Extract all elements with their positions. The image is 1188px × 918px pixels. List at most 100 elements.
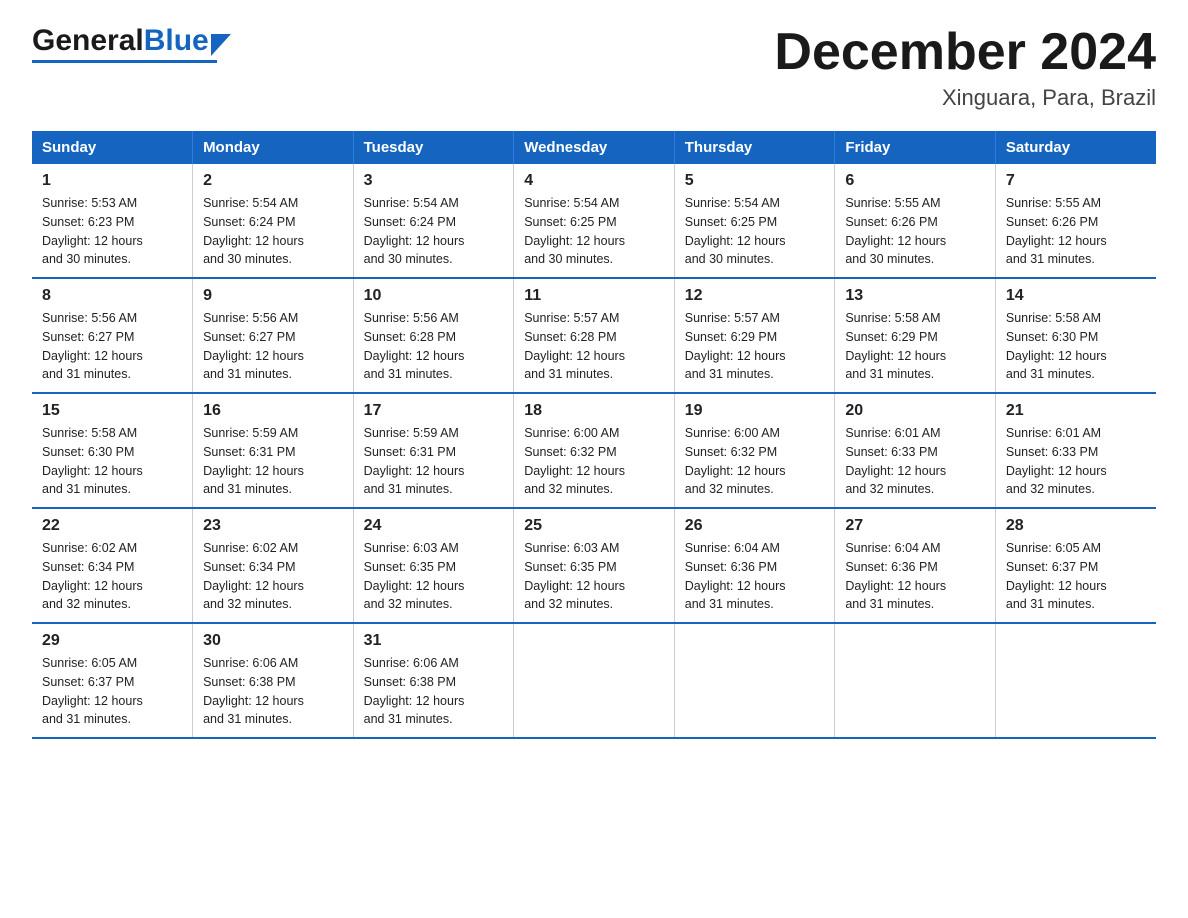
day-number: 15 <box>42 402 182 420</box>
day-number: 12 <box>685 287 825 305</box>
day-cell: 29 Sunrise: 6:05 AM Sunset: 6:37 PM Dayli… <box>32 623 193 738</box>
day-number: 3 <box>364 172 504 190</box>
day-info: Sunrise: 5:56 AM Sunset: 6:27 PM Dayligh… <box>42 309 182 384</box>
day-cell: 13 Sunrise: 5:58 AM Sunset: 6:29 PM Dayli… <box>835 278 996 393</box>
col-thursday: Thursday <box>674 131 835 164</box>
calendar-table: Sunday Monday Tuesday Wednesday Thursday… <box>32 131 1156 739</box>
logo: General Blue <box>32 24 231 63</box>
day-cell: 21 Sunrise: 6:01 AM Sunset: 6:33 PM Dayli… <box>995 393 1156 508</box>
day-info: Sunrise: 5:54 AM Sunset: 6:24 PM Dayligh… <box>364 194 504 269</box>
day-info: Sunrise: 6:03 AM Sunset: 6:35 PM Dayligh… <box>364 539 504 614</box>
day-info: Sunrise: 5:53 AM Sunset: 6:23 PM Dayligh… <box>42 194 182 269</box>
calendar-header: Sunday Monday Tuesday Wednesday Thursday… <box>32 131 1156 164</box>
col-monday: Monday <box>193 131 354 164</box>
week-row-5: 29 Sunrise: 6:05 AM Sunset: 6:37 PM Dayli… <box>32 623 1156 738</box>
day-number: 13 <box>845 287 985 305</box>
day-number: 1 <box>42 172 182 190</box>
day-cell: 20Sunrise: 6:01 AM Sunset: 6:33 PM Dayli… <box>835 393 996 508</box>
day-info: Sunrise: 6:00 AM Sunset: 6:32 PM Dayligh… <box>524 424 664 499</box>
day-number: 10 <box>364 287 504 305</box>
day-info: Sunrise: 6:06 AM Sunset: 6:38 PM Dayligh… <box>203 654 343 729</box>
logo-blue-text: Blue <box>144 24 209 58</box>
day-info: Sunrise: 5:54 AM Sunset: 6:25 PM Dayligh… <box>524 194 664 269</box>
day-cell: 23 Sunrise: 6:02 AM Sunset: 6:34 PM Dayli… <box>193 508 354 623</box>
day-info: Sunrise: 6:01 AM Sunset: 6:33 PM Dayligh… <box>1006 424 1146 499</box>
day-cell: 4 Sunrise: 5:54 AM Sunset: 6:25 PM Daylig… <box>514 164 675 278</box>
day-number: 16 <box>203 402 343 420</box>
day-cell: 2 Sunrise: 5:54 AM Sunset: 6:24 PM Daylig… <box>193 164 354 278</box>
day-info: Sunrise: 6:03 AM Sunset: 6:35 PM Dayligh… <box>524 539 664 614</box>
day-info: Sunrise: 6:05 AM Sunset: 6:37 PM Dayligh… <box>1006 539 1146 614</box>
day-info: Sunrise: 5:58 AM Sunset: 6:30 PM Dayligh… <box>1006 309 1146 384</box>
day-cell: 3 Sunrise: 5:54 AM Sunset: 6:24 PM Daylig… <box>353 164 514 278</box>
day-cell: 11 Sunrise: 5:57 AM Sunset: 6:28 PM Dayli… <box>514 278 675 393</box>
calendar-body: 1 Sunrise: 5:53 AM Sunset: 6:23 PM Daylig… <box>32 164 1156 738</box>
day-info: Sunrise: 6:02 AM Sunset: 6:34 PM Dayligh… <box>42 539 182 614</box>
title-area: December 2024 Xinguara, Para, Brazil <box>774 24 1156 111</box>
day-info: Sunrise: 5:58 AM Sunset: 6:29 PM Dayligh… <box>845 309 985 384</box>
day-cell: 7 Sunrise: 5:55 AM Sunset: 6:26 PM Daylig… <box>995 164 1156 278</box>
day-number: 23 <box>203 517 343 535</box>
col-friday: Friday <box>835 131 996 164</box>
day-cell: 15 Sunrise: 5:58 AM Sunset: 6:30 PM Dayli… <box>32 393 193 508</box>
day-number: 8 <box>42 287 182 305</box>
day-info: Sunrise: 5:55 AM Sunset: 6:26 PM Dayligh… <box>1006 194 1146 269</box>
day-info: Sunrise: 6:05 AM Sunset: 6:37 PM Dayligh… <box>42 654 182 729</box>
day-cell: 28 Sunrise: 6:05 AM Sunset: 6:37 PM Dayli… <box>995 508 1156 623</box>
col-saturday: Saturday <box>995 131 1156 164</box>
day-number: 7 <box>1006 172 1146 190</box>
col-sunday: Sunday <box>32 131 193 164</box>
day-number: 18 <box>524 402 664 420</box>
day-number: 2 <box>203 172 343 190</box>
page-header: General Blue December 2024 Xinguara, Par… <box>32 24 1156 111</box>
day-number: 30 <box>203 632 343 650</box>
day-info: Sunrise: 5:54 AM Sunset: 6:24 PM Dayligh… <box>203 194 343 269</box>
day-info: Sunrise: 5:57 AM Sunset: 6:28 PM Dayligh… <box>524 309 664 384</box>
day-cell: 12 Sunrise: 5:57 AM Sunset: 6:29 PM Dayli… <box>674 278 835 393</box>
day-info: Sunrise: 5:56 AM Sunset: 6:27 PM Dayligh… <box>203 309 343 384</box>
day-number: 25 <box>524 517 664 535</box>
day-cell: 17Sunrise: 5:59 AM Sunset: 6:31 PM Dayli… <box>353 393 514 508</box>
day-number: 26 <box>685 517 825 535</box>
day-number: 11 <box>524 287 664 305</box>
day-number: 28 <box>1006 517 1146 535</box>
day-cell: 19Sunrise: 6:00 AM Sunset: 6:32 PM Dayli… <box>674 393 835 508</box>
day-number: 24 <box>364 517 504 535</box>
subtitle: Xinguara, Para, Brazil <box>774 85 1156 111</box>
day-number: 31 <box>364 632 504 650</box>
day-info: Sunrise: 6:02 AM Sunset: 6:34 PM Dayligh… <box>203 539 343 614</box>
week-row-2: 8 Sunrise: 5:56 AM Sunset: 6:27 PM Daylig… <box>32 278 1156 393</box>
day-number: 4 <box>524 172 664 190</box>
day-number: 6 <box>845 172 985 190</box>
day-number: 27 <box>845 517 985 535</box>
day-cell: 16 Sunrise: 5:59 AM Sunset: 6:31 PM Dayli… <box>193 393 354 508</box>
logo-underline <box>32 60 217 63</box>
day-info: Sunrise: 6:04 AM Sunset: 6:36 PM Dayligh… <box>845 539 985 614</box>
day-info: Sunrise: 5:56 AM Sunset: 6:28 PM Dayligh… <box>364 309 504 384</box>
day-info: Sunrise: 5:58 AM Sunset: 6:30 PM Dayligh… <box>42 424 182 499</box>
week-row-4: 22 Sunrise: 6:02 AM Sunset: 6:34 PM Dayli… <box>32 508 1156 623</box>
day-info: Sunrise: 5:59 AM Sunset: 6:31 PM Dayligh… <box>203 424 343 499</box>
day-info: Sunrise: 5:54 AM Sunset: 6:25 PM Dayligh… <box>685 194 825 269</box>
logo-arrow-icon <box>211 34 231 56</box>
day-cell: 6 Sunrise: 5:55 AM Sunset: 6:26 PM Daylig… <box>835 164 996 278</box>
day-number: 22 <box>42 517 182 535</box>
day-cell: 5Sunrise: 5:54 AM Sunset: 6:25 PM Daylig… <box>674 164 835 278</box>
day-cell: 8 Sunrise: 5:56 AM Sunset: 6:27 PM Daylig… <box>32 278 193 393</box>
day-cell: 14 Sunrise: 5:58 AM Sunset: 6:30 PM Dayli… <box>995 278 1156 393</box>
day-number: 14 <box>1006 287 1146 305</box>
col-wednesday: Wednesday <box>514 131 675 164</box>
day-info: Sunrise: 5:57 AM Sunset: 6:29 PM Dayligh… <box>685 309 825 384</box>
day-cell: 10 Sunrise: 5:56 AM Sunset: 6:28 PM Dayli… <box>353 278 514 393</box>
day-number: 19 <box>685 402 825 420</box>
week-row-1: 1 Sunrise: 5:53 AM Sunset: 6:23 PM Daylig… <box>32 164 1156 278</box>
day-cell: 30 Sunrise: 6:06 AM Sunset: 6:38 PM Dayli… <box>193 623 354 738</box>
day-info: Sunrise: 6:04 AM Sunset: 6:36 PM Dayligh… <box>685 539 825 614</box>
day-number: 21 <box>1006 402 1146 420</box>
day-number: 29 <box>42 632 182 650</box>
day-cell: 31Sunrise: 6:06 AM Sunset: 6:38 PM Dayli… <box>353 623 514 738</box>
day-cell: 1 Sunrise: 5:53 AM Sunset: 6:23 PM Daylig… <box>32 164 193 278</box>
day-info: Sunrise: 5:55 AM Sunset: 6:26 PM Dayligh… <box>845 194 985 269</box>
day-cell <box>995 623 1156 738</box>
day-info: Sunrise: 5:59 AM Sunset: 6:31 PM Dayligh… <box>364 424 504 499</box>
